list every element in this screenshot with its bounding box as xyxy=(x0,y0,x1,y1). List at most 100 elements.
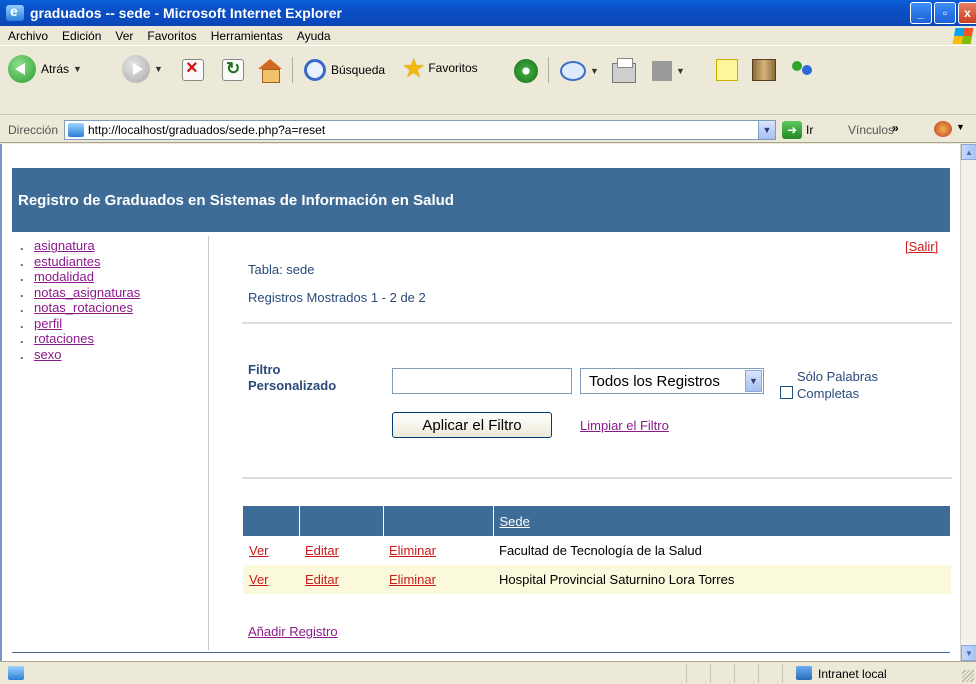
ie-icon xyxy=(6,3,24,21)
menu-ayuda[interactable]: Ayuda xyxy=(297,29,331,43)
chevron-down-icon[interactable]: ▼ xyxy=(676,66,685,76)
discuss-button[interactable] xyxy=(716,59,738,81)
home-button[interactable] xyxy=(258,59,282,83)
status-bar: Intranet local xyxy=(0,661,976,684)
table-row: Ver Editar Eliminar Facultad de Tecnolog… xyxy=(243,536,951,565)
sidebar-link-rotaciones[interactable]: rotaciones xyxy=(34,331,94,346)
status-cell xyxy=(686,664,710,683)
edit-link[interactable]: Editar xyxy=(305,543,339,558)
links-chevron-icon[interactable]: » xyxy=(892,121,899,135)
links-label[interactable]: Vínculos xyxy=(848,123,894,137)
sidebar-link-perfil[interactable]: perfil xyxy=(34,316,62,331)
edit-button[interactable]: ▼ xyxy=(652,61,685,81)
back-label: Atrás xyxy=(41,62,70,76)
address-url[interactable]: http://localhost/graduados/sede.php?a=re… xyxy=(88,123,325,137)
resize-grip-icon[interactable] xyxy=(962,670,974,682)
scroll-down-icon[interactable]: ▼ xyxy=(961,645,976,661)
bullet: . xyxy=(20,238,24,254)
note-icon xyxy=(716,59,738,81)
favorites-button[interactable]: ★ Favoritos xyxy=(402,55,478,81)
table-header-row: Sede xyxy=(243,506,951,536)
menu-ver[interactable]: Ver xyxy=(115,29,133,43)
intranet-zone-icon xyxy=(796,666,812,680)
edit-link[interactable]: Editar xyxy=(305,572,339,587)
menu-archivo[interactable]: Archivo xyxy=(8,29,48,43)
footer-divider xyxy=(12,652,950,653)
edit-cell: Editar xyxy=(299,565,383,594)
favorites-label: Favoritos xyxy=(428,61,478,75)
chevron-down-icon[interactable]: ▼ xyxy=(590,66,599,76)
security-zone-label: Intranet local xyxy=(818,667,887,681)
sidebar-item-estudiantes: . estudiantes xyxy=(20,254,200,270)
table-row: Ver Editar Eliminar Hospital Provincial … xyxy=(243,565,951,594)
view-link[interactable]: Ver xyxy=(249,572,269,587)
messenger-icon xyxy=(790,59,816,81)
messenger-button[interactable] xyxy=(790,59,816,81)
sidebar-link-notas-asignaturas[interactable]: notas_asignaturas xyxy=(34,285,140,300)
minimize-button[interactable]: _ xyxy=(910,2,932,24)
translate-icon[interactable] xyxy=(934,121,952,137)
menu-bar: Archivo Edición Ver Favoritos Herramient… xyxy=(0,26,976,46)
chevron-down-icon[interactable]: ▼ xyxy=(758,121,775,139)
maximize-button[interactable]: ▫ xyxy=(934,2,956,24)
mail-button[interactable]: ▼ xyxy=(560,61,599,81)
delete-link[interactable]: Eliminar xyxy=(389,572,436,587)
filter-input[interactable] xyxy=(392,368,572,394)
sidebar-link-notas-rotaciones[interactable]: notas_rotaciones xyxy=(34,300,133,315)
page-icon xyxy=(68,123,84,137)
address-label: Dirección xyxy=(8,123,59,137)
vertical-scrollbar[interactable]: ▲ ▼ xyxy=(960,144,976,661)
forward-arrow-icon xyxy=(122,55,150,83)
sidebar-link-modalidad[interactable]: modalidad xyxy=(34,269,94,284)
media-button[interactable] xyxy=(514,59,538,83)
toolbar: Atrás ▼ ▼ Búsqueda ★ Favoritos xyxy=(0,47,976,115)
refresh-button[interactable] xyxy=(222,59,244,81)
sidebar-link-sexo[interactable]: sexo xyxy=(34,347,61,362)
search-label: Búsqueda xyxy=(331,63,386,77)
address-input[interactable]: http://localhost/graduados/sede.php?a=re… xyxy=(64,120,776,140)
delete-link[interactable]: Eliminar xyxy=(389,543,436,558)
whole-words-option[interactable]: Sólo Palabras Completas xyxy=(776,368,925,402)
menu-edicion[interactable]: Edición xyxy=(62,29,101,43)
go-button[interactable]: ➜ Ir xyxy=(782,121,813,139)
close-button[interactable]: x xyxy=(958,2,976,24)
menu-favoritos[interactable]: Favoritos xyxy=(147,29,196,43)
back-button[interactable]: Atrás ▼ xyxy=(8,55,82,83)
sidebar-link-estudiantes[interactable]: estudiantes xyxy=(34,254,101,269)
back-arrow-icon xyxy=(8,55,36,83)
add-record-link[interactable]: Añadir Registro xyxy=(248,624,338,639)
sidebar-item-notas-asignaturas: . notas_asignaturas xyxy=(20,285,200,301)
menu-herramientas[interactable]: Herramientas xyxy=(211,29,283,43)
print-button[interactable] xyxy=(612,58,636,83)
filter-scope-select[interactable]: Todos los Registros ▼ xyxy=(580,368,764,394)
whole-words-checkbox[interactable] xyxy=(780,386,793,399)
mail-icon xyxy=(560,61,586,81)
chevron-down-icon[interactable]: ▼ xyxy=(73,64,82,74)
sidebar-link-asignatura[interactable]: asignatura xyxy=(34,238,95,253)
sidebar-item-sexo: . sexo xyxy=(20,347,200,363)
header-view xyxy=(243,506,300,536)
chevron-down-icon[interactable]: ▼ xyxy=(956,122,965,132)
go-arrow-icon: ➜ xyxy=(782,121,802,139)
chevron-down-icon[interactable]: ▼ xyxy=(745,370,762,392)
scroll-up-icon[interactable]: ▲ xyxy=(961,144,976,160)
apply-filter-button[interactable]: Aplicar el Filtro xyxy=(392,412,552,438)
sede-cell: Facultad de Tecnología de la Salud xyxy=(499,543,702,558)
search-button[interactable]: Búsqueda xyxy=(304,59,385,81)
filter-scope-value: Todos los Registros xyxy=(589,372,720,390)
sort-sede-link[interactable]: Sede xyxy=(500,514,530,529)
home-icon xyxy=(258,59,282,83)
bullet: . xyxy=(20,300,24,316)
bullet: . xyxy=(20,284,24,300)
research-button[interactable] xyxy=(752,59,776,81)
status-cell xyxy=(758,664,782,683)
logout-link[interactable]: [Salir] xyxy=(905,239,938,254)
stop-button[interactable] xyxy=(182,57,204,81)
chevron-down-icon[interactable]: ▼ xyxy=(154,64,163,74)
view-link[interactable]: Ver xyxy=(249,543,269,558)
forward-button[interactable]: ▼ xyxy=(122,55,163,83)
go-label: Ir xyxy=(806,123,814,137)
header-sede: Sede xyxy=(493,506,951,536)
clear-filter-link[interactable]: Limpiar el Filtro xyxy=(580,418,669,433)
delete-cell: Eliminar xyxy=(383,536,493,565)
